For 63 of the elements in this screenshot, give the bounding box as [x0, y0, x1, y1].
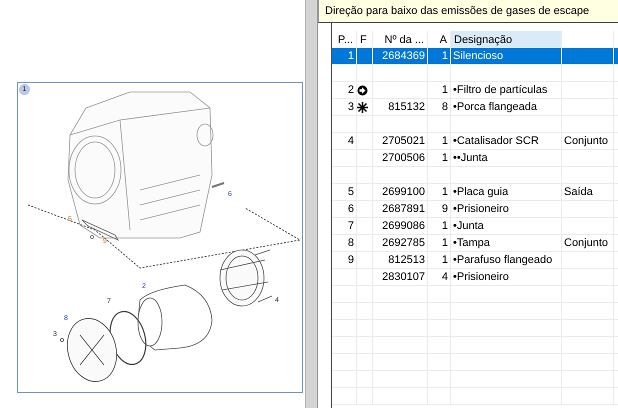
table-cell: 1: [442, 254, 448, 266]
asterisk-icon: [357, 102, 368, 112]
table-cell: Silencioso: [453, 50, 504, 62]
table-row[interactable]: 9 812513 1 •Parafuso flangeado: [332, 252, 618, 269]
table-cell: •Parafuso flangeado: [453, 254, 552, 266]
table-cell: 2: [348, 84, 354, 96]
table-cell: 8: [348, 237, 354, 249]
table-cell: 812513: [388, 254, 425, 266]
table-row[interactable]: 4 2705021 1 •Catalisador SCR Conjunto: [332, 133, 618, 150]
table-cell: 2687891: [382, 203, 425, 215]
table-cell: 1: [442, 186, 448, 198]
table-cell: 6: [348, 203, 354, 215]
table-cell: •Tampa: [453, 237, 490, 249]
table-cell: 1: [442, 84, 448, 96]
table-cell: 1: [442, 135, 448, 147]
table-cell: 9: [348, 254, 354, 266]
table-cell: 1: [442, 237, 448, 249]
table-row[interactable]: [332, 116, 618, 133]
table-cell: 1: [442, 220, 448, 232]
table-cell: •Porca flangeada: [453, 101, 537, 113]
table-cell: 2705021: [382, 135, 425, 147]
table-row[interactable]: 6 2687891 9 •Prisioneiro: [332, 201, 618, 218]
table-cell: 2830107: [382, 271, 425, 283]
column-header[interactable]: Designação: [451, 31, 562, 48]
table-row[interactable]: 7 2699086 1 •Junta: [332, 218, 618, 235]
table-row[interactable]: 2830107 4 •Prisioneiro: [332, 269, 618, 286]
table-cell: Conjunto: [564, 135, 608, 147]
table-row[interactable]: [332, 65, 618, 82]
table-cell: •Junta: [453, 220, 484, 232]
table-row[interactable]: [332, 167, 618, 184]
table-row[interactable]: 8 2692785 1 •Tampa Conjunto: [332, 235, 618, 252]
table-cell: 5: [348, 186, 354, 198]
table-cell: 815132: [388, 101, 425, 113]
table-cell: 2699086: [382, 220, 425, 232]
table-cell: 2699100: [382, 186, 425, 198]
table-row[interactable]: 5 2699100 1 •Placa guia Saída: [332, 184, 618, 201]
table-cell: •Filtro de partículas: [453, 84, 548, 96]
table-cell: •Catalisador SCR: [453, 135, 539, 147]
splitter-bar[interactable]: [305, 0, 318, 408]
table-cell: •Placa guia: [453, 186, 508, 198]
table-cell: 2684369: [382, 50, 425, 62]
table-cell: 3: [348, 101, 354, 113]
table-row[interactable]: 2 1 •Filtro de partículas: [332, 82, 618, 99]
table-cell: Conjunto: [564, 237, 608, 249]
table-row[interactable]: 2700506 1 ••Junta: [332, 150, 618, 167]
table-cell: 1: [442, 152, 448, 164]
table-cell: 8: [442, 101, 448, 113]
table-cell: 4: [348, 135, 354, 147]
table-row[interactable]: 3 815132 8 •Porca flangeada: [332, 99, 618, 116]
table-cell: 9: [442, 203, 448, 215]
table-cell: 7: [348, 220, 354, 232]
table-row[interactable]: 1 2684369 1 Silencioso: [332, 48, 618, 65]
arrow-circle-icon: [357, 84, 368, 96]
table-cell: ••Junta: [453, 152, 488, 164]
table-cell: •Prisioneiro: [453, 203, 509, 215]
table-cell: 2700506: [382, 152, 425, 164]
table-cell: 1: [348, 50, 354, 62]
table-cell: Saída: [564, 186, 593, 198]
table-cell: 2692785: [382, 237, 425, 249]
banner-text: Direção para baixo das emissões de gases de escape: [325, 5, 590, 17]
table-cell: 1: [442, 50, 448, 62]
table-cell: •Prisioneiro: [453, 271, 509, 283]
table-cell: 4: [442, 271, 448, 283]
